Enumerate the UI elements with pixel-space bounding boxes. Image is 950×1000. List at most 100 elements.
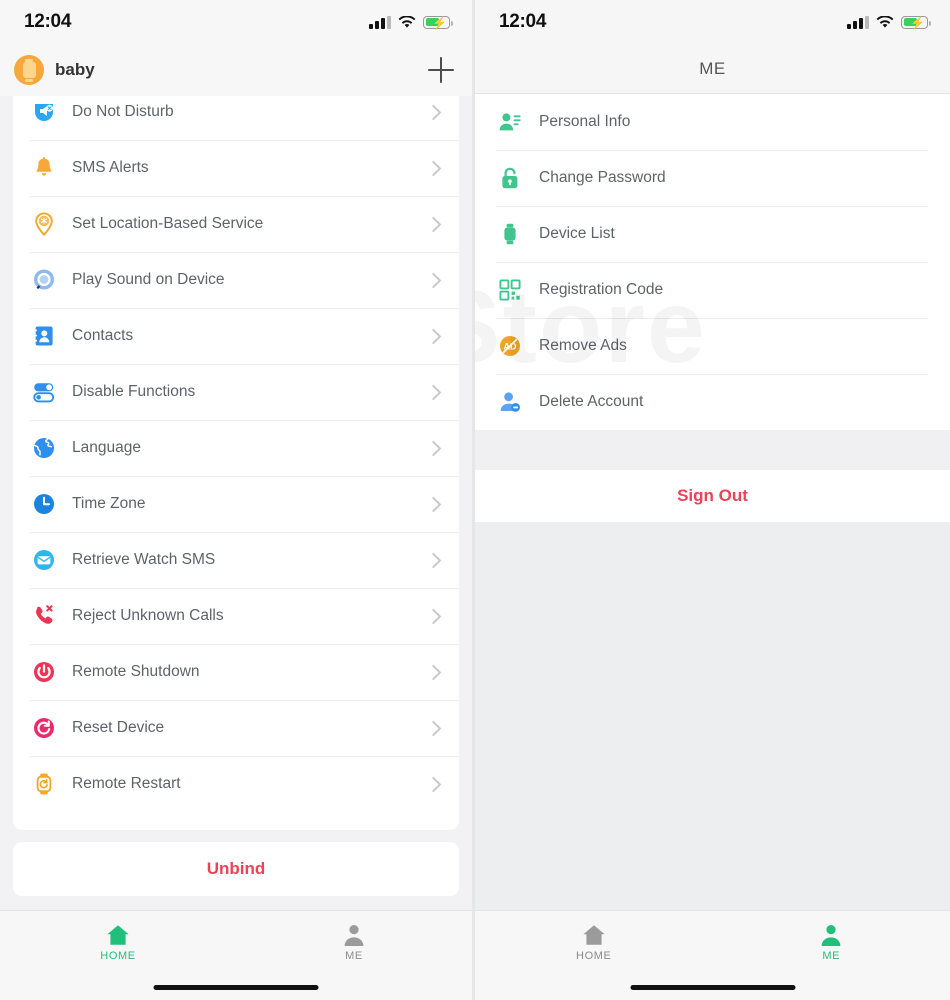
- chevron-right-icon: [425, 104, 442, 120]
- settings-row-label: Reject Unknown Calls: [72, 607, 224, 624]
- tab-me-label: ME: [822, 950, 841, 962]
- me-row-registration-code[interactable]: Registration Code: [475, 262, 950, 318]
- me-row-device-list[interactable]: Device List: [475, 206, 950, 262]
- home-indicator: [153, 985, 319, 990]
- plus-icon[interactable]: [428, 57, 454, 83]
- sound-ring-icon: [29, 267, 59, 293]
- settings-card: Do Not Disturb SMS Alerts Set Location-B…: [13, 96, 459, 830]
- settings-row-contacts[interactable]: Contacts: [13, 308, 459, 364]
- settings-row-label: Set Location-Based Service: [72, 215, 264, 232]
- tab-home-label: HOME: [576, 950, 612, 962]
- settings-row-label: Language: [72, 439, 141, 456]
- status-icons: ⚡: [369, 14, 453, 29]
- me-row-label: Remove Ads: [539, 337, 627, 354]
- remove-ads-icon: AD: [497, 334, 523, 358]
- chevron-right-icon: [425, 776, 442, 792]
- settings-row-label: Do Not Disturb: [72, 103, 174, 120]
- settings-row-reject-calls[interactable]: Reject Unknown Calls: [13, 588, 459, 644]
- clock-icon: [29, 491, 59, 517]
- me-row-label: Personal Info: [539, 113, 631, 130]
- person-icon: [344, 925, 364, 946]
- status-bar-right: 12:04 ⚡: [475, 0, 950, 44]
- page-title: ME: [699, 58, 726, 78]
- settings-row-label: Retrieve Watch SMS: [72, 551, 216, 568]
- unbind-label: Unbind: [206, 859, 266, 878]
- me-row-delete-account[interactable]: Delete Account: [475, 374, 950, 430]
- settings-row-label: Disable Functions: [72, 383, 196, 400]
- left-phone-screen: RUHE 12:04 ⚡ baby: [0, 0, 475, 1000]
- location-pin-icon: [29, 211, 59, 237]
- settings-row-retrieve-sms[interactable]: Retrieve Watch SMS: [13, 532, 459, 588]
- settings-row-remote-shutdown[interactable]: Remote Shutdown: [13, 644, 459, 700]
- settings-row-language[interactable]: Language: [13, 420, 459, 476]
- delete-account-icon: [497, 390, 523, 414]
- unbind-button[interactable]: Unbind: [13, 842, 459, 896]
- contacts-book-icon: [29, 323, 59, 349]
- settings-row-label: Reset Device: [72, 719, 165, 736]
- me-row-label: Change Password: [539, 169, 666, 186]
- device-header: baby: [0, 44, 472, 96]
- dual-screenshot-container: RUHE 12:04 ⚡ baby: [0, 0, 950, 1000]
- chevron-right-icon: [425, 496, 442, 512]
- settings-row-label: Remote Shutdown: [72, 663, 200, 680]
- tab-home-label: HOME: [100, 950, 136, 962]
- me-row-label: Device List: [539, 225, 615, 242]
- settings-row-label: Contacts: [72, 327, 134, 344]
- reset-icon: [29, 715, 59, 741]
- me-row-remove-ads[interactable]: AD Remove Ads: [475, 318, 950, 374]
- chevron-right-icon: [425, 328, 442, 344]
- status-time: 12:04: [24, 11, 72, 32]
- me-row-label: Delete Account: [539, 393, 644, 410]
- empty-area: [475, 522, 950, 910]
- chevron-right-icon: [425, 160, 442, 176]
- signal-bars-icon: [847, 15, 869, 29]
- bell-icon: [29, 155, 59, 181]
- settings-row-sms-alerts[interactable]: SMS Alerts: [13, 140, 459, 196]
- me-row-label: Registration Code: [539, 281, 664, 298]
- chevron-right-icon: [425, 720, 442, 736]
- toggles-icon: [29, 379, 59, 405]
- chevron-right-icon: [425, 664, 442, 680]
- me-body: Personal Info Change Password Device Lis…: [475, 94, 950, 910]
- settings-row-label: Remote Restart: [72, 775, 181, 792]
- do-not-disturb-icon: [29, 99, 59, 125]
- battery-charging-icon: ⚡: [423, 15, 453, 29]
- status-bar-left: 12:04 ⚡: [0, 0, 472, 44]
- settings-row-time-zone[interactable]: Time Zone: [13, 476, 459, 532]
- home-icon: [107, 925, 129, 945]
- sign-out-label: Sign Out: [677, 486, 748, 505]
- wifi-icon: [398, 14, 416, 29]
- settings-row-remote-restart[interactable]: Remote Restart: [13, 756, 459, 812]
- settings-row-label: Time Zone: [72, 495, 146, 512]
- chevron-right-icon: [425, 608, 442, 624]
- tab-me-label: ME: [345, 950, 363, 962]
- person-icon: [821, 925, 841, 946]
- me-row-personal-info[interactable]: Personal Info: [475, 94, 950, 150]
- battery-charging-icon: ⚡: [901, 15, 931, 29]
- status-time: 12:04: [499, 11, 547, 32]
- settings-row-reset-device[interactable]: Reset Device: [13, 700, 459, 756]
- me-row-change-password[interactable]: Change Password: [475, 150, 950, 206]
- menu-gap-block: [475, 430, 950, 470]
- settings-row-label: Play Sound on Device: [72, 271, 225, 288]
- settings-row-do-not-disturb[interactable]: Do Not Disturb: [13, 96, 459, 140]
- lock-icon: [497, 166, 523, 190]
- signal-bars-icon: [369, 15, 391, 29]
- status-icons: ⚡: [847, 14, 931, 29]
- watch-icon: [497, 222, 523, 246]
- settings-row-play-sound[interactable]: Play Sound on Device: [13, 252, 459, 308]
- home-icon: [583, 925, 605, 945]
- tab-bar-left: HOME ME: [0, 910, 472, 1000]
- settings-row-disable-functions[interactable]: Disable Functions: [13, 364, 459, 420]
- chevron-right-icon: [425, 440, 442, 456]
- sign-out-button[interactable]: Sign Out: [475, 470, 950, 522]
- device-name: baby: [55, 60, 95, 79]
- wifi-icon: [876, 14, 894, 29]
- right-phone-screen: Store 12:04 ⚡ ME P: [475, 0, 950, 1000]
- settings-scroll-area[interactable]: Do Not Disturb SMS Alerts Set Location-B…: [0, 96, 472, 910]
- watch-avatar-icon[interactable]: [14, 55, 44, 85]
- settings-row-location-service[interactable]: Set Location-Based Service: [13, 196, 459, 252]
- globe-icon: [29, 435, 59, 461]
- chevron-right-icon: [425, 384, 442, 400]
- nav-bar: ME: [475, 44, 950, 94]
